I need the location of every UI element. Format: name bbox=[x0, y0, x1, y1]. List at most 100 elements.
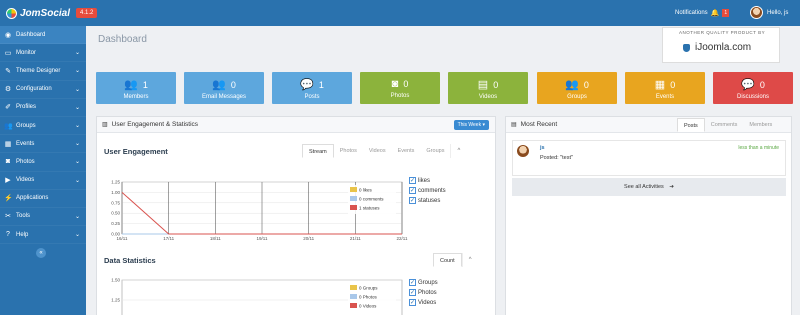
checkbox[interactable]: ✓ bbox=[409, 177, 416, 184]
stat-count: 1 bbox=[318, 79, 324, 90]
activity-item[interactable]: js Posted: "test" less than a minute bbox=[512, 140, 786, 176]
sidebar-item-groups[interactable]: 👥 Groups ⌄ bbox=[0, 117, 86, 136]
y-tick-label: 0.75 bbox=[111, 200, 120, 205]
checkbox-label: comments bbox=[418, 187, 446, 194]
x-tick-label: 16/11 bbox=[117, 236, 128, 241]
sidebar-item-label: Tools bbox=[16, 213, 31, 220]
top-bar: JomSocial 4.1.2 Notifications 🔔 1 Hello,… bbox=[0, 0, 800, 26]
chart-icon: ▥ bbox=[102, 122, 108, 128]
checkbox[interactable]: ✓ bbox=[409, 299, 416, 306]
user-engagement-series-toggles: ✓ likes ✓ comments ✓ statuses bbox=[409, 177, 446, 204]
y-tick-label: 0.50 bbox=[111, 211, 120, 216]
tab-comments[interactable]: Comments bbox=[705, 118, 744, 132]
stat-label: Groups bbox=[567, 94, 587, 100]
email-icon: 👥 bbox=[212, 79, 226, 91]
data-statistics-chart: 1.001.251.500 Groups0 Photos0 Videos bbox=[111, 278, 403, 315]
sidebar-item-events[interactable]: ▦ Events ⌄ bbox=[0, 135, 86, 154]
stat-tile-top: ▦ 0 bbox=[625, 78, 705, 91]
tab-stream[interactable]: Stream bbox=[302, 144, 334, 158]
tab-videos[interactable]: Videos bbox=[363, 144, 392, 158]
app-logo[interactable]: JomSocial 4.1.2 bbox=[6, 5, 98, 21]
sidebar-item-label: Videos bbox=[16, 177, 35, 184]
checkbox[interactable]: ✓ bbox=[409, 279, 416, 286]
stat-tile-discussions[interactable]: 💬 0 Discussions bbox=[713, 72, 793, 104]
tab-events[interactable]: Events bbox=[392, 144, 421, 158]
legend-swatch bbox=[350, 285, 357, 290]
series-checkbox-likes[interactable]: ✓ likes bbox=[409, 177, 446, 184]
ad-tagline: ANOTHER QUALITY PRODUCT BY bbox=[679, 30, 766, 35]
series-checkbox-videos[interactable]: ✓ Videos bbox=[409, 299, 438, 306]
sidebar-collapse-button[interactable]: « bbox=[36, 248, 46, 258]
sidebar-item-label: Theme Designer bbox=[16, 67, 61, 74]
sidebar-item-dashboard[interactable]: ◉ Dashboard bbox=[0, 26, 86, 45]
sidebar-item-label: Profiles bbox=[16, 104, 37, 111]
notifications[interactable]: Notifications 🔔 1 bbox=[675, 9, 730, 17]
user-engagement-chart: 0.000.250.500.751.001.2516/11 17/11 18/11 1… bbox=[111, 180, 408, 242]
see-all-label: See all Activities bbox=[624, 184, 664, 190]
sidebar-item-photos[interactable]: ◙ Photos ⌄ bbox=[0, 153, 86, 172]
sidebar-item-label: Applications bbox=[16, 195, 49, 202]
sidebar-item-profiles[interactable]: ✐ Profiles ⌄ bbox=[0, 99, 86, 117]
series-checkbox-comments[interactable]: ✓ comments bbox=[409, 187, 446, 194]
checkbox[interactable]: ✓ bbox=[409, 289, 416, 296]
checkbox-label: Groups bbox=[418, 279, 438, 286]
chevron-down-icon: ⌄ bbox=[74, 232, 80, 239]
stat-tile-posts[interactable]: 💬 1 Posts bbox=[272, 72, 352, 104]
collapse-toggle-button[interactable]: ^ bbox=[450, 144, 466, 158]
sidebar-item-theme-designer[interactable]: ✎ Theme Designer ⌄ bbox=[0, 62, 86, 81]
sidebar-item-label: Help bbox=[16, 231, 29, 238]
stat-tile-videos[interactable]: ▤ 0 Videos bbox=[448, 72, 528, 104]
gear-icon: ⚙ bbox=[4, 86, 12, 94]
user-menu[interactable]: Hello, js bbox=[750, 6, 788, 19]
stat-tile-members[interactable]: 👥 1 Members bbox=[96, 72, 176, 104]
legend-label: 0 Videos bbox=[359, 304, 377, 309]
stat-tile-email-messages[interactable]: 👥 0 Email Messages bbox=[184, 72, 264, 104]
period-dropdown[interactable]: This Week ▾ bbox=[453, 120, 489, 130]
stat-tile-top: 💬 1 bbox=[272, 78, 352, 91]
tab-groups[interactable]: Groups bbox=[420, 144, 450, 158]
collapse-toggle-button[interactable]: ^ bbox=[461, 253, 478, 267]
legend-label: 0 comments bbox=[359, 197, 384, 202]
checkbox[interactable]: ✓ bbox=[409, 187, 416, 194]
stat-tile-events[interactable]: ▦ 0 Events bbox=[625, 72, 705, 104]
ijoomla-banner[interactable]: ANOTHER QUALITY PRODUCT BY iJoomla.com bbox=[662, 27, 780, 63]
sidebar-item-configuration[interactable]: ⚙ Configuration ⌄ bbox=[0, 81, 86, 99]
stat-label: Photos bbox=[390, 93, 410, 99]
x-tick-label: 18/11 bbox=[210, 236, 221, 241]
tools-icon: ✂ bbox=[5, 213, 11, 221]
stat-tile-photos[interactable]: ◙ 0 Photos bbox=[360, 72, 440, 104]
avatar bbox=[750, 6, 763, 19]
sidebar-item-tools[interactable]: ✂ Tools ⌄ bbox=[0, 208, 86, 227]
tab-posts[interactable]: Posts bbox=[677, 118, 705, 132]
y-tick-label: 1.50 bbox=[111, 278, 120, 283]
list-icon: ▤ bbox=[511, 122, 517, 128]
sidebar-item-label: Events bbox=[16, 140, 35, 147]
stat-label: Events bbox=[655, 94, 675, 100]
tab-photos[interactable]: Photos bbox=[334, 144, 363, 158]
sidebar-item-videos[interactable]: ▶ Videos ⌄ bbox=[0, 172, 86, 190]
members-icon: 👥 bbox=[124, 79, 138, 91]
checkbox-label: Videos bbox=[418, 299, 437, 306]
chevron-down-icon: ⌄ bbox=[74, 141, 80, 148]
legend-swatch bbox=[350, 205, 357, 210]
see-all-activities-button[interactable]: See all Activities ➔ bbox=[512, 178, 786, 196]
stat-tile-top: ◙ 0 bbox=[360, 78, 440, 90]
sidebar-item-applications[interactable]: ⚡ Applications bbox=[0, 190, 86, 208]
tab-members[interactable]: Members bbox=[743, 118, 778, 132]
palette-icon: ✎ bbox=[5, 67, 11, 75]
sidebar-item-help[interactable]: ? Help ⌄ bbox=[0, 226, 86, 245]
sidebar-item-monitor[interactable]: ▭ Monitor ⌄ bbox=[0, 44, 86, 63]
app-name: JomSocial bbox=[20, 7, 71, 19]
stat-tile-groups[interactable]: 👥 0 Groups bbox=[537, 72, 617, 104]
applications-icon: ⚡ bbox=[4, 195, 13, 203]
checkbox-label: likes bbox=[418, 177, 431, 184]
activity-user[interactable]: js bbox=[540, 145, 545, 151]
checkbox-label: statuses bbox=[418, 197, 441, 204]
series-checkbox-statuses[interactable]: ✓ statuses bbox=[409, 197, 446, 204]
series-checkbox-photos[interactable]: ✓ Photos bbox=[409, 289, 438, 296]
chevron-down-icon: ⌄ bbox=[74, 177, 80, 184]
series-checkbox-groups[interactable]: ✓ Groups bbox=[409, 279, 438, 286]
checkbox[interactable]: ✓ bbox=[409, 197, 416, 204]
legend-label: 0 likes bbox=[359, 188, 373, 193]
tab-count[interactable]: Count bbox=[433, 253, 462, 267]
